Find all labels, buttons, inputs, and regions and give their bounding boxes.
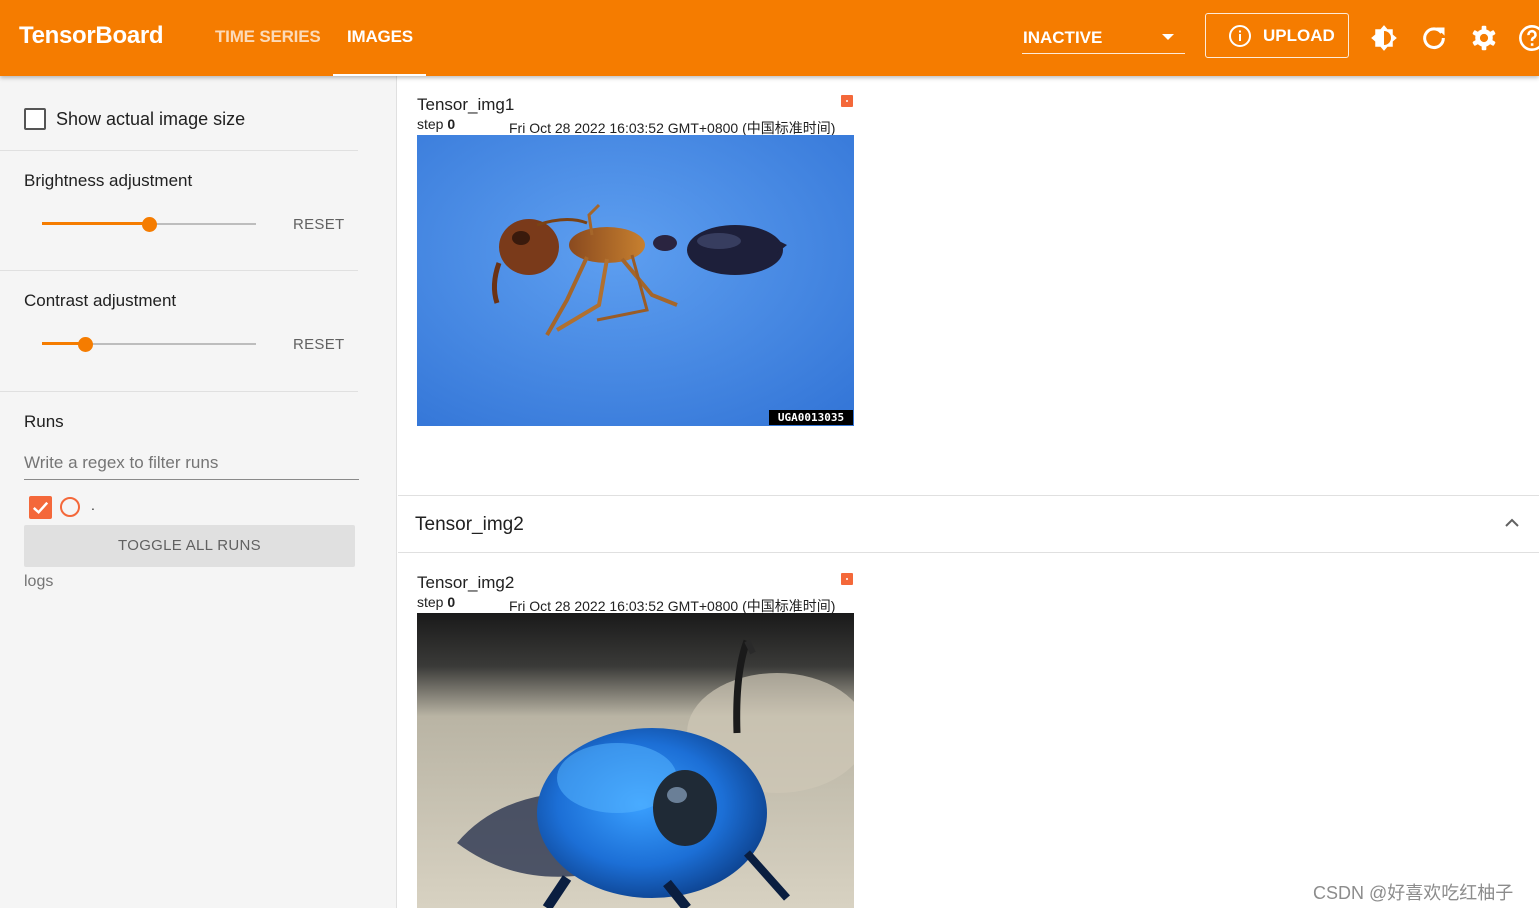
main-content: Tensor_img1 step 0 Fri Oct 28 2022 16:03… (398, 76, 1539, 908)
settings-icon[interactable] (1470, 24, 1498, 52)
upload-button[interactable]: UPLOAD (1205, 13, 1349, 58)
run-name: . (91, 497, 95, 513)
contrast-label: Contrast adjustment (24, 291, 177, 310)
contrast-reset-button[interactable]: RESET (293, 336, 345, 353)
card-step: step 0 (417, 116, 456, 132)
plugin-selector-dropdown[interactable]: INACTIVE (1022, 26, 1185, 54)
tag-group-title: Tensor_img2 (415, 514, 524, 535)
tab-images[interactable]: IMAGES (347, 27, 413, 47)
active-tab-indicator (333, 74, 426, 76)
bee-image[interactable] (417, 613, 854, 908)
tag-group-header[interactable]: Tensor_img2 (398, 495, 1539, 553)
check-icon (32, 501, 49, 515)
plugin-selector-value: INACTIVE (1023, 28, 1103, 47)
contrast-slider-thumb[interactable] (78, 337, 93, 352)
image-tag: UGA0013035 (778, 411, 844, 424)
run-group-label: logs (24, 573, 54, 590)
tab-time-series[interactable]: TIME SERIES (215, 27, 321, 47)
run-filter-input[interactable] (24, 446, 359, 480)
run-color-swatch[interactable] (60, 497, 80, 517)
run-indicator (841, 573, 853, 585)
info-icon (1229, 25, 1251, 47)
brightness-reset-button[interactable]: RESET (293, 216, 345, 233)
divider (0, 150, 358, 151)
card-title: Tensor_img2 (417, 573, 515, 592)
help-icon[interactable] (1518, 24, 1539, 52)
run-checkbox[interactable] (29, 496, 52, 519)
watermark: CSDN @好喜欢吃红柚子 (1313, 883, 1514, 903)
chevron-down-icon (1162, 34, 1174, 40)
show-actual-size-checkbox[interactable] (24, 108, 46, 130)
chevron-up-icon[interactable] (1503, 516, 1521, 530)
upload-label: UPLOAD (1263, 26, 1335, 45)
run-indicator (841, 95, 853, 107)
top-app-bar: TensorBoard TIME SERIES IMAGES INACTIVE … (0, 0, 1539, 76)
show-actual-size-label: Show actual image size (56, 109, 246, 129)
brightness-slider-thumb[interactable] (142, 217, 157, 232)
divider (0, 270, 358, 271)
brightness-icon[interactable] (1370, 24, 1398, 52)
card-title: Tensor_img1 (417, 95, 515, 114)
sidebar: Show actual image size Brightness adjust… (0, 76, 397, 908)
refresh-icon[interactable] (1420, 24, 1448, 52)
brand-title: TensorBoard (19, 22, 164, 49)
card-step: step 0 (417, 594, 456, 610)
runs-title: Runs (24, 412, 64, 431)
divider (0, 391, 358, 392)
brightness-label: Brightness adjustment (24, 171, 193, 190)
brightness-slider-fill (42, 222, 150, 225)
ant-image[interactable]: UGA0013035 (417, 135, 854, 426)
toggle-all-runs-button[interactable]: TOGGLE ALL RUNS (24, 525, 355, 567)
